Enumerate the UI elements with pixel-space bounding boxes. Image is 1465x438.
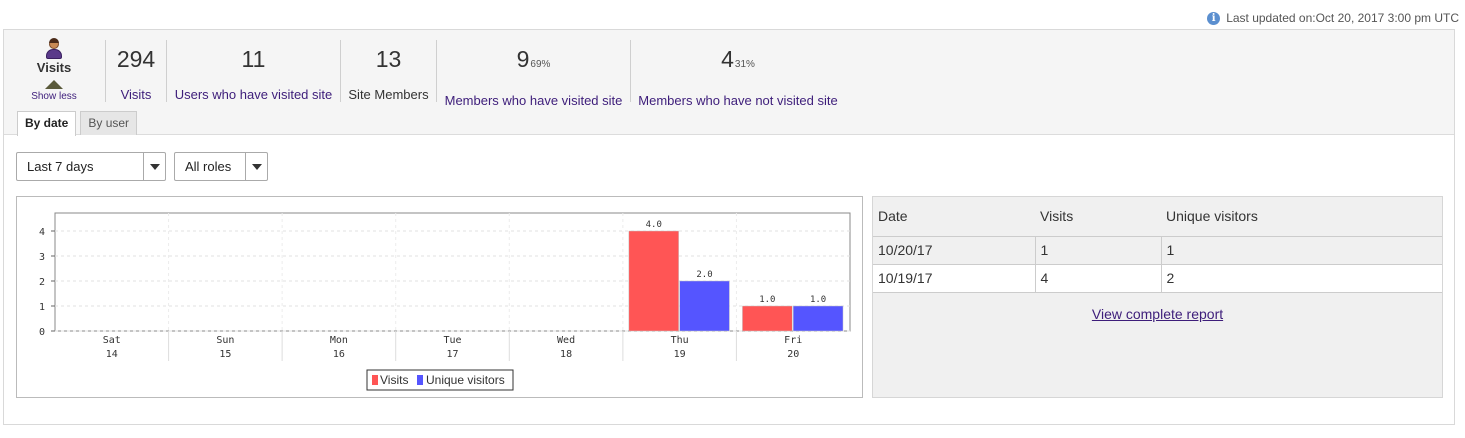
x-tick-date: 16 [333, 349, 345, 360]
x-tick-day: Thu [671, 335, 689, 346]
y-tick-label: 4 [39, 227, 45, 238]
stat-site-members-label: Site Members [348, 87, 429, 102]
stat-users-visited-link[interactable]: Users who have visited site [167, 87, 340, 102]
visits-toggle[interactable]: Visits Show less [18, 38, 90, 102]
stat-members-visited: 969% Members who have visited site [436, 40, 630, 108]
legend-swatch-unique-visitors [417, 375, 423, 385]
table-cell-visits: 4 [1035, 264, 1162, 293]
x-tick-date: 19 [674, 349, 686, 360]
x-tick-day: Wed [557, 335, 575, 346]
filters: Last 7 days All roles [16, 152, 268, 181]
caret-up-icon[interactable] [45, 80, 63, 89]
roles-select[interactable]: All roles [174, 152, 268, 181]
stat-members-not-visited: 431% Members who have not visited site [630, 40, 845, 108]
bar-value-label: 1.0 [810, 295, 826, 305]
view-complete-report-link[interactable]: View complete report [873, 306, 1442, 322]
stat-members-visited-value: 9 [516, 46, 530, 72]
roles-value: All roles [185, 159, 232, 174]
x-tick-day: Sun [216, 335, 234, 346]
stat-members-visited-pct: 69% [530, 59, 551, 70]
x-tick-day: Tue [443, 335, 461, 346]
visits-title: Visits [36, 60, 72, 75]
date-range-select[interactable]: Last 7 days [16, 152, 166, 181]
chart-canvas: 0 1 2 3 4 4.0 1.0 2.0 1.0 Sat 14 Sun 15 Mon 16 Tue 17 Wed… [39, 212, 851, 391]
summary-header: Visits Show less 294 Visits 11 Users who… [4, 30, 1454, 136]
col-header-visits: Visits [1035, 197, 1161, 237]
last-updated: i Last updated on:Oct 20, 2017 3:00 pm U… [1207, 11, 1459, 25]
x-tick-day: Fri [784, 335, 802, 346]
table-cell-unique: 2 [1161, 264, 1442, 293]
chevron-down-icon [149, 163, 160, 170]
stat-users-visited: 11 Users who have visited site [166, 40, 340, 102]
person-icon [43, 38, 65, 60]
x-tick-date: 17 [446, 349, 458, 360]
stat-members-not-visited-value: 4 [721, 46, 734, 72]
y-tick-label: 3 [39, 252, 45, 263]
show-less-link[interactable]: Show less [18, 91, 90, 102]
table-cell-date: 10/20/17 [873, 236, 1036, 265]
table-row: 10/20/17 1 1 [873, 236, 1442, 265]
stat-site-members: 13 Site Members [340, 40, 436, 102]
x-tick-day: Sat [103, 335, 121, 346]
bar-unique-visitors [792, 305, 844, 332]
x-tick-date: 18 [560, 349, 572, 360]
bar-visits [628, 230, 679, 332]
stat-members-not-visited-link[interactable]: Members who have not visited site [631, 93, 845, 108]
bar-visits [742, 305, 793, 332]
tab-by-date[interactable]: By date [17, 111, 77, 136]
y-tick-label: 0 [39, 327, 45, 338]
bar-value-label: 4.0 [646, 220, 662, 230]
tab-by-user[interactable]: By user [80, 111, 138, 135]
stat-visits-value: 294 [116, 46, 156, 72]
legend-swatch-visits [372, 375, 378, 385]
visits-chart: 0 1 2 3 4 4.0 1.0 2.0 1.0 Sat 14 Sun 15 Mon 16 Tue 17 Wed… [16, 196, 863, 398]
bar-value-label: 2.0 [696, 270, 712, 280]
stat-users-visited-value: 11 [241, 46, 266, 72]
date-range-value: Last 7 days [27, 159, 94, 174]
legend-label-unique-visitors: Unique visitors [426, 373, 505, 387]
stat-site-members-value: 13 [375, 46, 402, 72]
y-tick-label: 1 [39, 302, 45, 313]
x-tick-date: 14 [106, 349, 118, 360]
view-tabs: By date By user [17, 111, 138, 136]
x-tick-date: 20 [787, 349, 799, 360]
table-row: 10/19/17 4 2 [873, 264, 1442, 293]
legend-label-visits: Visits [380, 373, 408, 387]
site-visits-panel: Visits Show less 294 Visits 11 Users who… [3, 29, 1455, 425]
col-header-unique: Unique visitors [1161, 197, 1442, 237]
visits-table-panel: Date Visits Unique visitors 10/20/17 1 1… [872, 196, 1443, 398]
visits-table: Date Visits Unique visitors 10/20/17 1 1… [873, 197, 1442, 293]
table-cell-unique: 1 [1161, 236, 1442, 265]
stat-visits: 294 Visits [105, 40, 166, 102]
table-cell-date: 10/19/17 [873, 264, 1036, 293]
x-tick-day: Mon [330, 335, 348, 346]
x-tick-date: 15 [219, 349, 231, 360]
col-header-date: Date [873, 197, 1035, 237]
stat-visits-link[interactable]: Visits [106, 87, 166, 102]
table-header-row: Date Visits Unique visitors [873, 197, 1442, 237]
bar-value-label: 1.0 [759, 295, 775, 305]
stat-members-visited-link[interactable]: Members who have visited site [437, 93, 630, 108]
last-updated-text: Last updated on:Oct 20, 2017 3:00 pm UTC [1226, 11, 1459, 25]
bar-unique-visitors [679, 280, 730, 332]
info-icon: i [1207, 11, 1221, 25]
y-tick-label: 2 [39, 277, 45, 288]
stat-members-not-visited-pct: 31% [734, 59, 755, 70]
table-cell-visits: 1 [1035, 236, 1162, 265]
chevron-down-icon [251, 163, 262, 170]
